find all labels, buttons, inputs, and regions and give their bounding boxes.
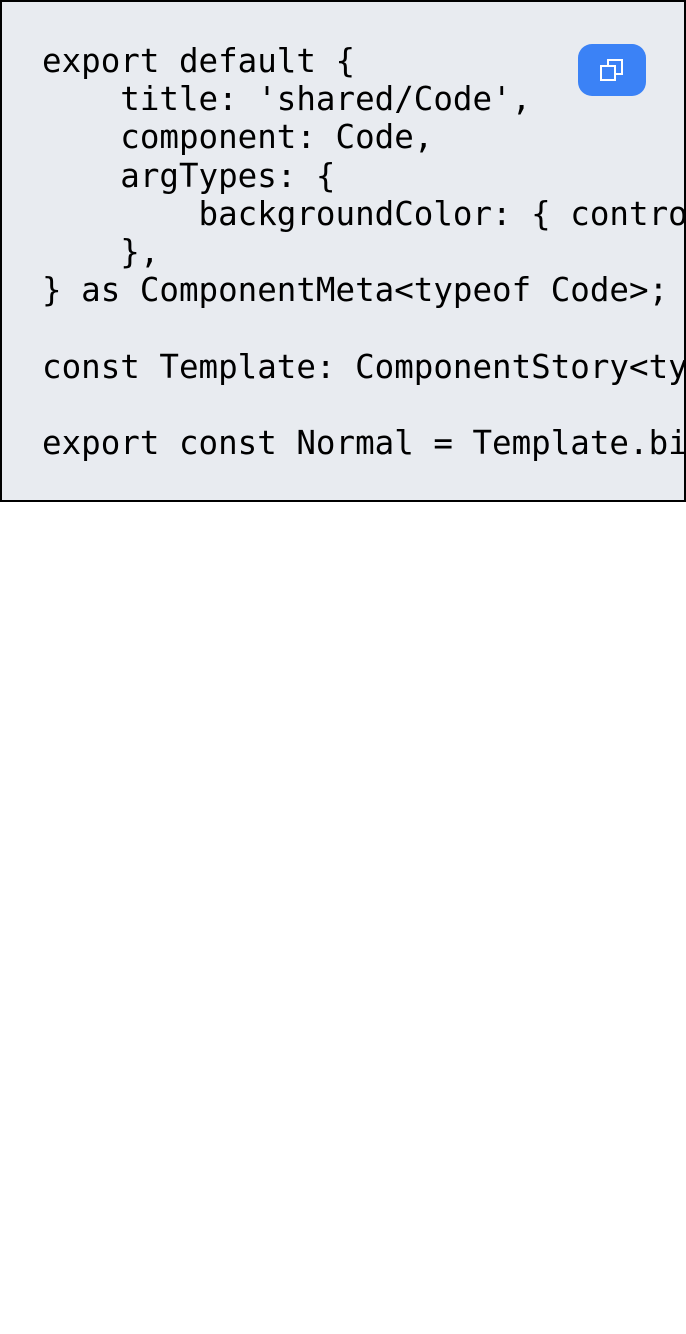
copy-icon [599, 57, 625, 83]
code-scroll-area[interactable]: export default { title: 'shared/Code', c… [42, 42, 684, 500]
code-block: export default { title: 'shared/Code', c… [0, 0, 686, 502]
code-line: argTypes: { [42, 156, 336, 195]
code-line: export const Normal = Template.bin [42, 424, 684, 463]
code-text: export default { title: 'shared/Code', c… [42, 42, 684, 462]
code-line: } as ComponentMeta<typeof Code>; [42, 271, 669, 310]
code-line: component: Code, [42, 118, 434, 157]
code-line: const Template: ComponentStory<typ [42, 347, 684, 386]
code-line: }, [42, 233, 160, 272]
code-line: title: 'shared/Code', [42, 80, 532, 119]
code-line: backgroundColor: { control [42, 194, 684, 233]
code-line: export default { [42, 42, 356, 80]
copy-button[interactable] [578, 44, 646, 96]
